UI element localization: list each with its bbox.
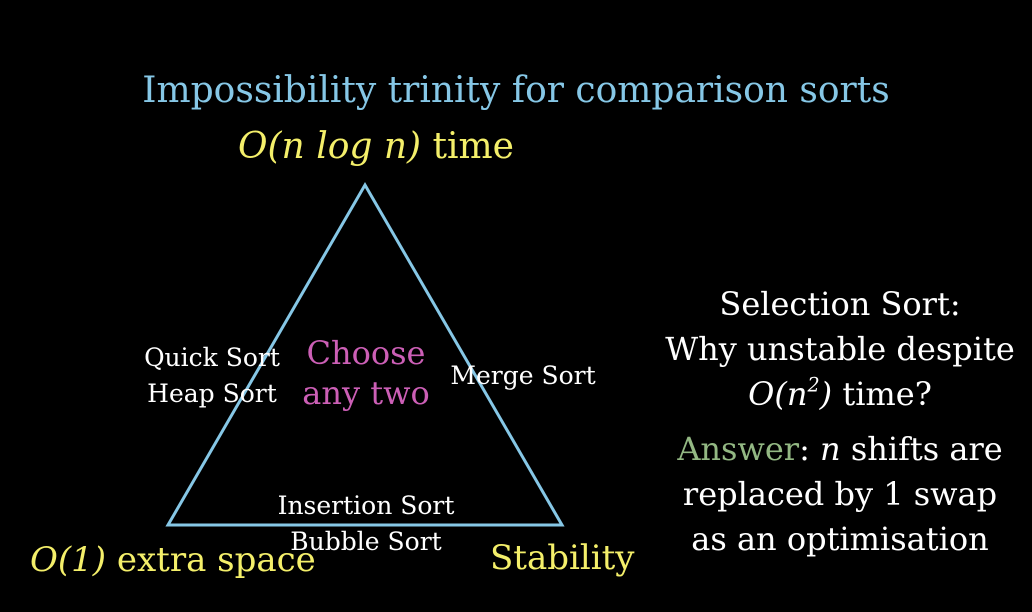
- selection-sort-panel: Selection Sort: Why unstable despite O(n…: [650, 282, 1030, 562]
- edge-label-bottom: Insertion Sort Bubble Sort: [266, 488, 466, 560]
- diagram-title: Impossibility trinity for comparison sor…: [142, 70, 890, 111]
- question-line-2: Why unstable despite: [665, 330, 1015, 368]
- question-line-3: O(n2) time?: [650, 372, 1030, 417]
- question-line-3-text: time?: [842, 375, 932, 413]
- answer-line-1-text: shifts are: [850, 430, 1003, 468]
- edge-item-quick-sort: Quick Sort: [144, 343, 280, 372]
- corner-time-text: time: [432, 126, 514, 167]
- edge-label-right: Merge Sort: [448, 358, 598, 394]
- edge-item-bubble-sort: Bubble Sort: [290, 527, 442, 556]
- question-line-1: Selection Sort:: [719, 285, 961, 323]
- edge-item-merge-sort: Merge Sort: [450, 361, 596, 390]
- center-line-1: Choose: [306, 334, 426, 372]
- edge-label-left: Quick Sort Heap Sort: [138, 340, 286, 412]
- answer-line-3: as an optimisation: [691, 520, 989, 558]
- corner-space-math: O(1): [30, 540, 107, 580]
- answer-label: Answer: [677, 430, 800, 468]
- edge-item-insertion-sort: Insertion Sort: [277, 491, 455, 520]
- corner-stability-text: Stability: [490, 538, 635, 578]
- question-complexity: O(n2): [748, 373, 833, 413]
- corner-time-math: O(n log n): [238, 126, 422, 167]
- answer-line-1: Answer: n shifts are: [677, 430, 1003, 468]
- center-label: Choose any two: [290, 333, 442, 413]
- center-line-2: any two: [302, 374, 430, 412]
- answer-line-2: replaced by 1 swap: [682, 475, 998, 513]
- answer-variable: n: [820, 430, 841, 468]
- corner-label-stability: Stability: [490, 538, 634, 578]
- corner-label-time: O(n log n) time: [238, 126, 514, 167]
- edge-item-heap-sort: Heap Sort: [147, 379, 277, 408]
